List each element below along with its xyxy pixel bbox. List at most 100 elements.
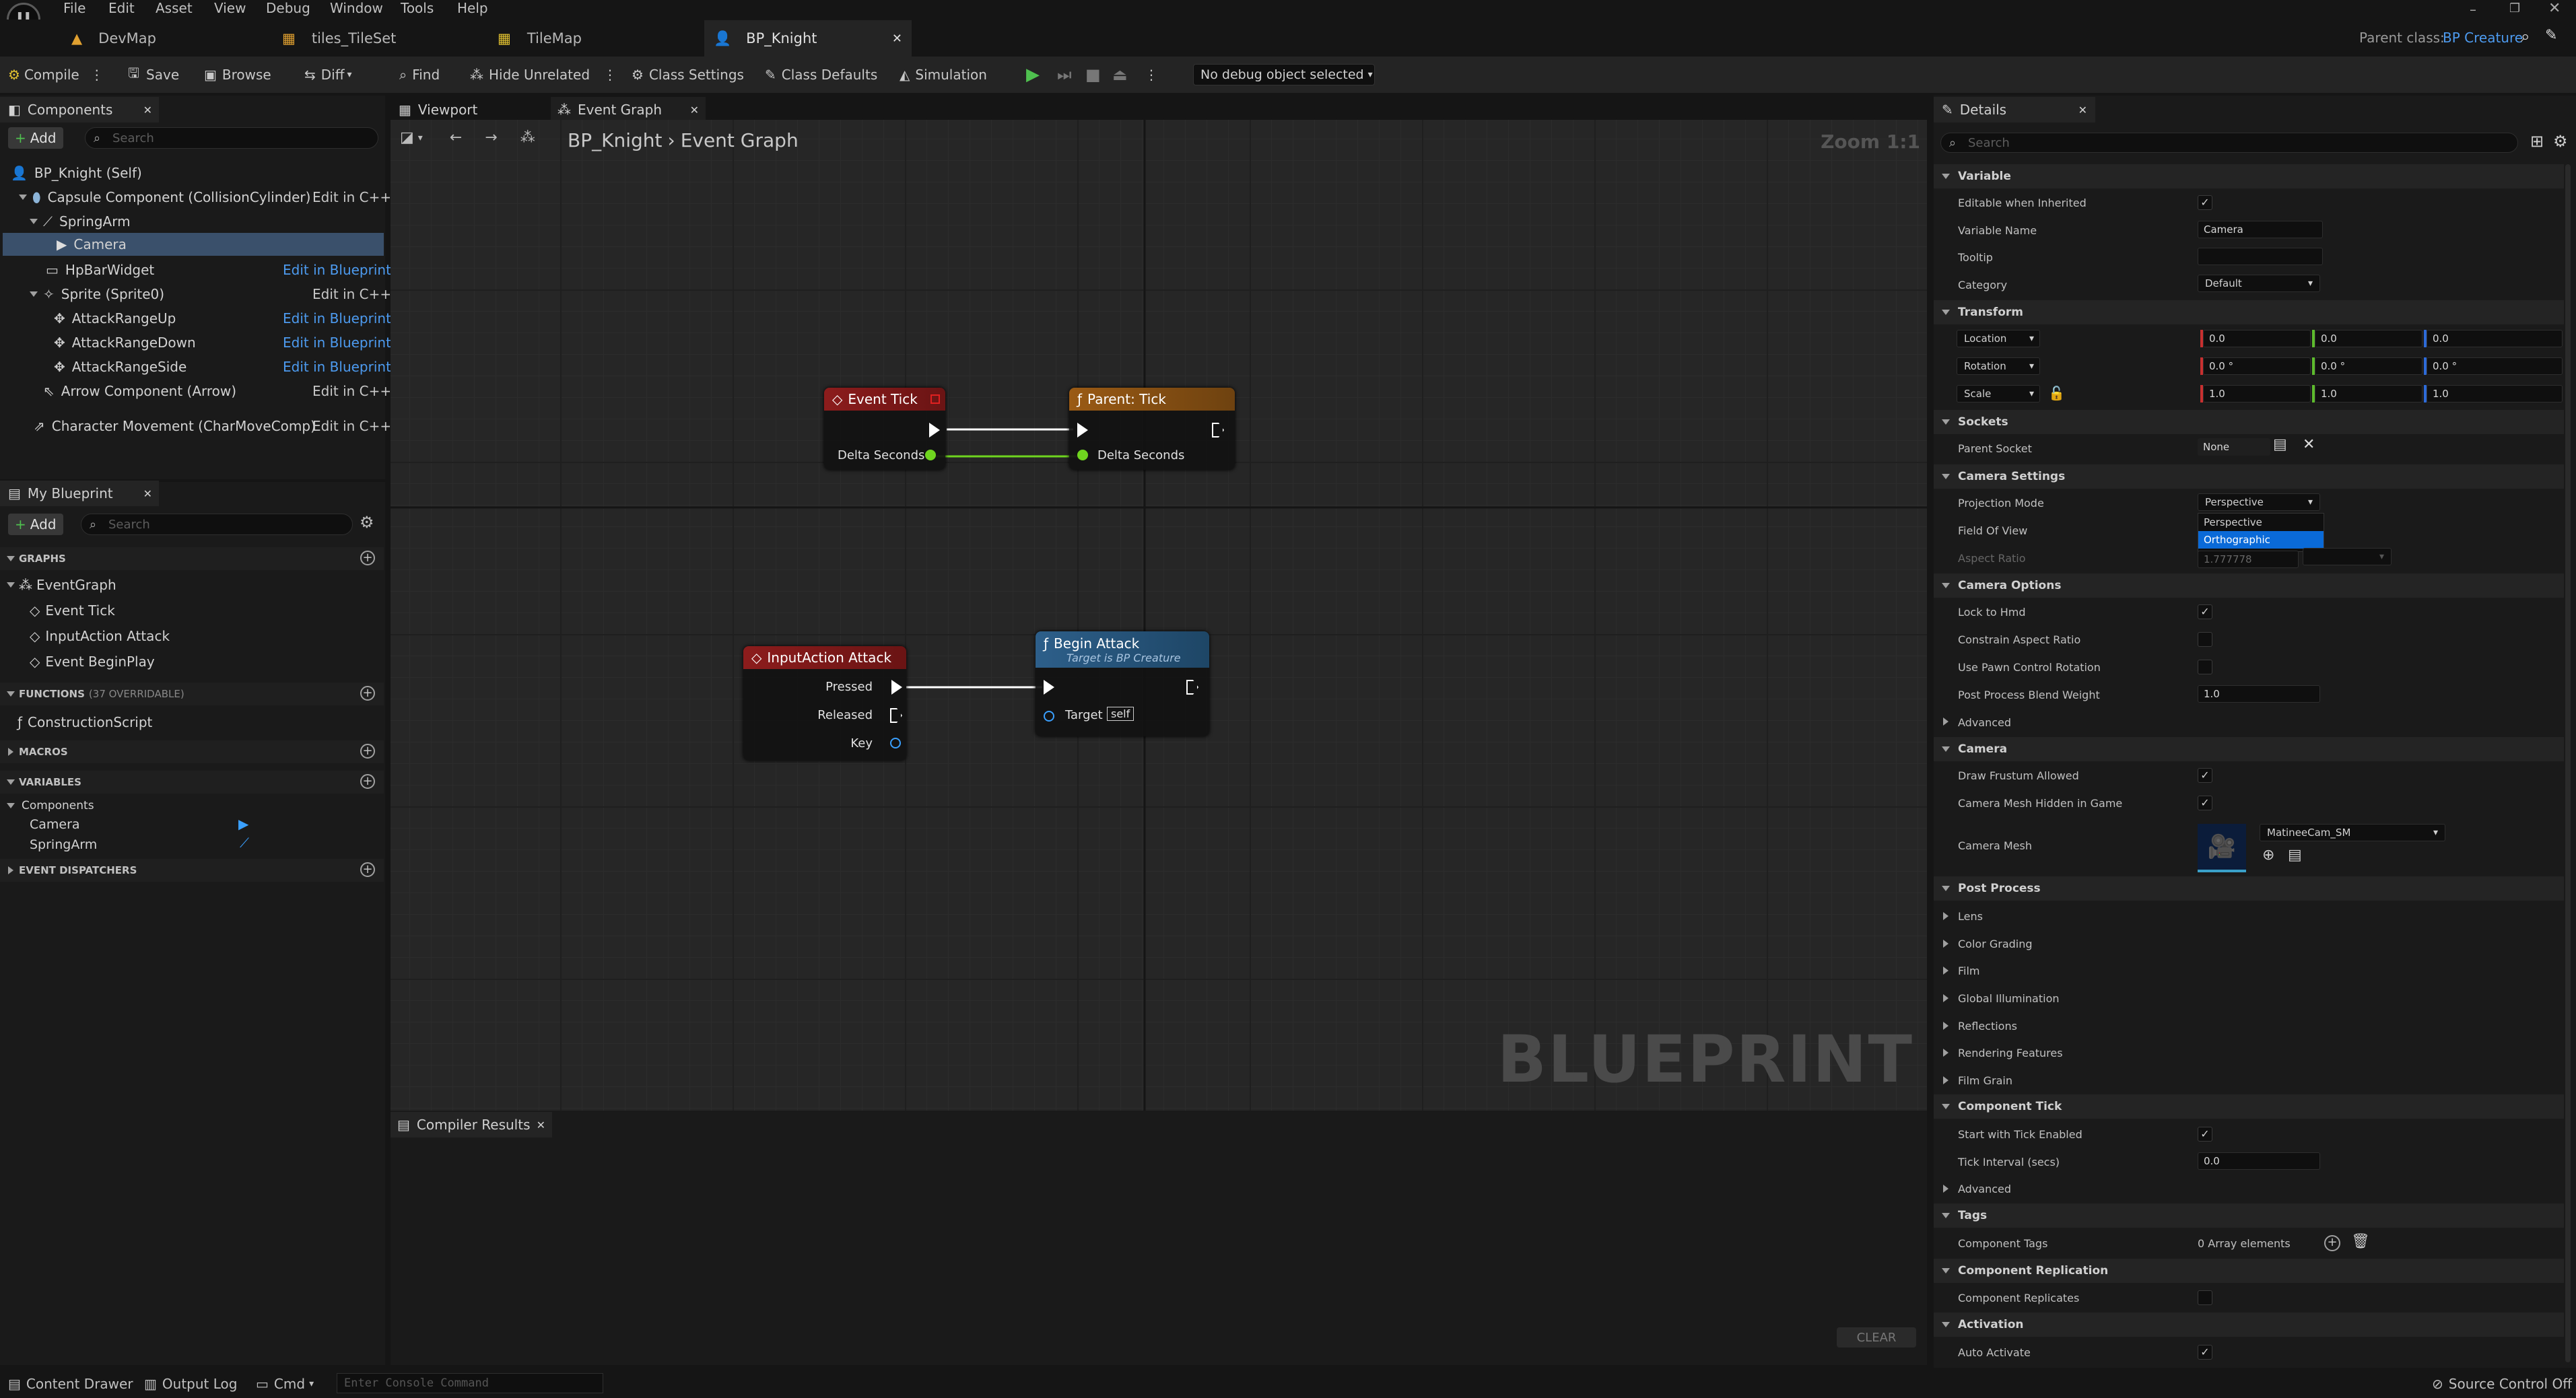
- bookmark-icon[interactable]: ◪: [400, 129, 414, 146]
- tab-devmap[interactable]: ▲ DevMap: [62, 20, 264, 57]
- component-tick-section-header[interactable]: Component Tick: [1934, 1094, 2564, 1119]
- event-item-tick[interactable]: ◇ Event Tick: [0, 599, 384, 622]
- post-process-section-header[interactable]: Post Process: [1934, 876, 2564, 901]
- camera-section-header[interactable]: Camera: [1934, 737, 2564, 761]
- back-arrow-icon[interactable]: ←: [450, 129, 462, 146]
- component-row-self[interactable]: 👤 BP_Knight (Self): [0, 162, 384, 184]
- content-drawer-button[interactable]: ▤ Content Drawer: [8, 1376, 133, 1392]
- node-event-tick[interactable]: ◇ Event Tick Delta Seconds: [824, 388, 945, 470]
- my-blueprint-search-input[interactable]: ⌕ Search: [81, 514, 353, 535]
- location-y-input[interactable]: 0.0: [2315, 330, 2422, 347]
- use-pawn-control-rotation-checkbox[interactable]: [2198, 660, 2212, 674]
- tab-tiles-tileset[interactable]: ▦ tiles_TileSet: [273, 20, 475, 57]
- minimize-icon[interactable]: –: [2470, 1, 2476, 18]
- eject-icon[interactable]: ⏏: [1112, 65, 1128, 85]
- camera-mesh-thumbnail[interactable]: 🎥: [2198, 824, 2246, 872]
- struct-out-key-pin[interactable]: [890, 738, 901, 748]
- sockets-section-header[interactable]: Sockets: [1934, 410, 2564, 434]
- option-perspective[interactable]: Perspective: [2198, 514, 2324, 531]
- tags-section-header[interactable]: Tags: [1934, 1203, 2564, 1228]
- functions-section-header[interactable]: FUNCTIONS (37 OVERRIDABLE): [0, 683, 384, 705]
- float-out-pin[interactable]: [925, 450, 936, 460]
- expand-arrow-icon[interactable]: [19, 195, 27, 200]
- diff-button[interactable]: ⇆ Diff ▾: [304, 65, 352, 85]
- advanced-tick-label[interactable]: Advanced: [1958, 1183, 2011, 1195]
- add-graph-icon[interactable]: +: [360, 551, 375, 565]
- menu-help[interactable]: Help: [457, 0, 488, 16]
- step-icon[interactable]: ⏭: [1057, 65, 1072, 85]
- start-with-tick-checkbox[interactable]: ✓: [2198, 1127, 2212, 1142]
- chevron-down-icon[interactable]: ▾: [418, 133, 423, 143]
- variable-section-header[interactable]: Variable: [1934, 164, 2564, 188]
- activation-section-header[interactable]: Activation: [1934, 1313, 2564, 1337]
- expand-arrow-icon[interactable]: [1943, 1076, 1948, 1084]
- tab-components[interactable]: ◧ Components ✕: [0, 97, 159, 123]
- event-item-beginplay[interactable]: ◇ Event BeginPlay: [0, 650, 384, 673]
- forward-arrow-icon[interactable]: →: [485, 129, 497, 146]
- expand-arrow-icon[interactable]: [1943, 912, 1948, 920]
- post-process-blend-weight-input[interactable]: 1.0: [2198, 685, 2320, 703]
- add-dispatcher-icon[interactable]: +: [360, 862, 375, 877]
- tab-my-blueprint[interactable]: ▤ My Blueprint ✕: [0, 481, 159, 506]
- menu-tools[interactable]: Tools: [401, 0, 434, 16]
- camera-options-section-header[interactable]: Camera Options: [1934, 573, 2564, 598]
- menu-edit[interactable]: Edit: [108, 0, 135, 16]
- edit-in-blueprint-link[interactable]: Edit in Blueprint: [283, 262, 391, 278]
- clear-button[interactable]: CLEAR: [1837, 1327, 1916, 1348]
- location-mode-select[interactable]: Location ▾: [1957, 330, 2040, 347]
- compile-options-icon[interactable]: ⋮: [90, 67, 104, 83]
- play-icon[interactable]: ▶: [1026, 65, 1040, 85]
- edit-parent-icon[interactable]: ✎: [2545, 27, 2557, 44]
- close-window-icon[interactable]: ✕: [2548, 0, 2561, 17]
- edit-in-cpp-link[interactable]: Edit in C++: [312, 286, 391, 302]
- compile-button[interactable]: ⚙ Compile ⋮: [8, 65, 104, 85]
- edit-in-cpp-link[interactable]: Edit in C++: [312, 383, 391, 399]
- console-command-input[interactable]: Enter Console Command: [337, 1373, 603, 1393]
- tab-tilemap[interactable]: ▦ TileMap: [488, 20, 690, 57]
- expand-arrow-icon[interactable]: [30, 291, 38, 297]
- add-macro-icon[interactable]: +: [360, 744, 375, 759]
- draw-frustum-allowed-checkbox[interactable]: ✓: [2198, 768, 2212, 783]
- exec-out-pin[interactable]: [1186, 680, 1198, 695]
- menu-view[interactable]: View: [214, 0, 246, 16]
- add-tag-icon[interactable]: +: [2324, 1235, 2340, 1251]
- auto-activate-checkbox[interactable]: ✓: [2198, 1345, 2212, 1360]
- aspect-preset-select[interactable]: ▾: [2303, 548, 2392, 565]
- camera-mesh-select[interactable]: MatineeCam_SM ▾: [2260, 824, 2445, 841]
- expand-arrow-icon[interactable]: [1943, 1049, 1948, 1057]
- event-graph-canvas[interactable]: ◪ ▾ ← → ⁂ BP_Knight › Event Graph Zoom 1…: [391, 120, 1927, 1111]
- post-process-rendering-features[interactable]: Rendering Features: [1958, 1047, 2063, 1059]
- post-process-color-grading[interactable]: Color Grading: [1958, 938, 2033, 950]
- expand-arrow-icon[interactable]: [1943, 994, 1948, 1002]
- expand-arrow-icon[interactable]: [30, 219, 38, 224]
- exec-out-pressed-pin[interactable]: [891, 680, 902, 695]
- details-settings-icon[interactable]: ⚙: [2553, 132, 2568, 151]
- location-z-input[interactable]: 0.0: [2427, 330, 2563, 347]
- find-button[interactable]: ⌕ Find: [399, 65, 440, 85]
- expand-arrow-icon[interactable]: [1943, 718, 1948, 726]
- breadcrumb-root[interactable]: BP_Knight: [568, 129, 662, 151]
- scale-x-input[interactable]: 1.0: [2203, 385, 2311, 403]
- edit-in-cpp-link[interactable]: Edit in C++: [312, 418, 391, 434]
- output-log-button[interactable]: ▥ Output Log: [144, 1376, 237, 1392]
- tooltip-input[interactable]: [2198, 248, 2323, 265]
- source-control-button[interactable]: ⊘ Source Control Off: [2432, 1376, 2572, 1392]
- add-component-button[interactable]: + Add: [8, 127, 63, 149]
- option-orthographic[interactable]: Orthographic: [2198, 531, 2324, 549]
- constrain-aspect-ratio-checkbox[interactable]: [2198, 632, 2212, 647]
- lock-to-hmd-checkbox[interactable]: ✓: [2198, 604, 2212, 619]
- close-tab-icon[interactable]: ✕: [690, 104, 699, 116]
- menu-file[interactable]: File: [63, 0, 86, 16]
- add-function-icon[interactable]: +: [360, 686, 375, 701]
- post-process-film[interactable]: Film: [1958, 965, 1980, 977]
- menu-window[interactable]: Window: [330, 0, 383, 16]
- tick-interval-input[interactable]: 0.0: [2198, 1152, 2320, 1170]
- tab-event-graph[interactable]: ⁂ Event Graph ✕: [551, 97, 706, 123]
- delegate-pin-icon[interactable]: [930, 394, 940, 404]
- tab-bp-knight[interactable]: 👤 BP_Knight ✕: [704, 20, 912, 57]
- edit-in-blueprint-link[interactable]: Edit in Blueprint: [283, 359, 391, 375]
- menu-asset[interactable]: Asset: [156, 0, 193, 16]
- close-panel-icon[interactable]: ✕: [537, 1119, 545, 1131]
- aspect-ratio-input[interactable]: 1.777778: [2198, 551, 2299, 568]
- rotation-mode-select[interactable]: Rotation ▾: [1957, 357, 2040, 375]
